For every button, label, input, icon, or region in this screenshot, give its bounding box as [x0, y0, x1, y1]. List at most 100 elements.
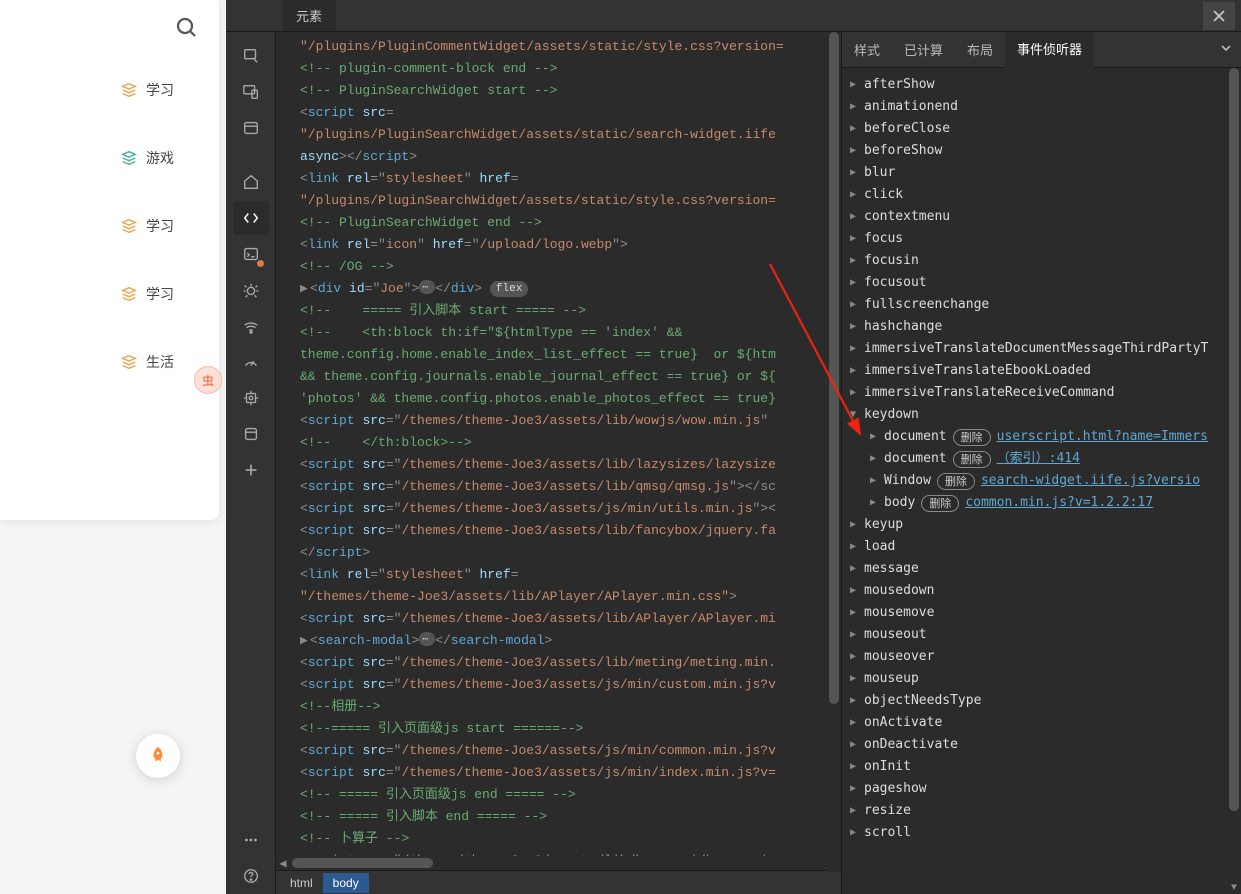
dom-line[interactable]: "/plugins/PluginSearchWidget/assets/stat…	[300, 124, 841, 146]
nav-item[interactable]: 学习	[0, 56, 219, 124]
memory-icon[interactable]	[233, 381, 269, 415]
add-icon[interactable]	[233, 453, 269, 487]
event-row[interactable]: ▶mouseout	[850, 624, 1241, 646]
event-row[interactable]: ▶mousemove	[850, 602, 1241, 624]
delete-button[interactable]: 删除	[921, 495, 959, 512]
application-icon[interactable]	[233, 417, 269, 451]
dom-line[interactable]: <!-- plugin-comment-block end -->	[300, 58, 841, 80]
event-handler-row[interactable]: ▶body删除common.min.js?v=1.2.2:17	[850, 492, 1241, 514]
event-row[interactable]: ▶resize	[850, 800, 1241, 822]
event-handler-row[interactable]: ▶document删除userscript.html?name=Immers	[850, 426, 1241, 448]
dom-line[interactable]: <!-- PluginSearchWidget start -->	[300, 80, 841, 102]
right-tab[interactable]: 事件侦听器	[1005, 32, 1094, 68]
device-icon[interactable]	[233, 75, 269, 109]
dom-line[interactable]: <!-- 卜算子 -->	[300, 828, 841, 850]
dom-line[interactable]: <!-- PluginSearchWidget end -->	[300, 212, 841, 234]
right-tab[interactable]: 布局	[955, 32, 1005, 67]
dom-line[interactable]: <script src="/themes/theme-Joe3/assets/j…	[300, 740, 841, 762]
delete-button[interactable]: 删除	[953, 429, 991, 446]
dom-line[interactable]: <!-- <th:block th:if="${htmlType == 'ind…	[300, 322, 841, 344]
dom-line[interactable]: <script src="/themes/theme-Joe3/assets/l…	[300, 850, 841, 856]
dom-line[interactable]: <script src=	[300, 102, 841, 124]
event-row[interactable]: ▶focusin	[850, 250, 1241, 272]
event-row[interactable]: ▶hashchange	[850, 316, 1241, 338]
dom-line[interactable]: <script src="/themes/theme-Joe3/assets/l…	[300, 410, 841, 432]
dom-line[interactable]: theme.config.home.enable_index_list_effe…	[300, 344, 841, 366]
more-icon[interactable]	[233, 823, 269, 857]
dom-scrollbar-horizontal[interactable]: ◀▶	[276, 856, 841, 870]
event-row[interactable]: ▶mouseup	[850, 668, 1241, 690]
event-row[interactable]: ▶onInit	[850, 756, 1241, 778]
event-row[interactable]: ▶beforeShow	[850, 140, 1241, 162]
event-row[interactable]: ▶contextmenu	[850, 206, 1241, 228]
event-handler-row[interactable]: ▶document删除（索引）:414	[850, 448, 1241, 470]
rocket-fab[interactable]	[136, 734, 180, 778]
dom-line[interactable]: <link rel="icon" href="/upload/logo.webp…	[300, 234, 841, 256]
event-row[interactable]: ▶mouseover	[850, 646, 1241, 668]
event-row[interactable]: ▶pageshow	[850, 778, 1241, 800]
dom-line[interactable]: <script src="/themes/theme-Joe3/assets/l…	[300, 652, 841, 674]
event-row[interactable]: ▶message	[850, 558, 1241, 580]
help-icon[interactable]	[233, 859, 269, 893]
source-link[interactable]: common.min.js?v=1.2.2:17	[965, 492, 1153, 514]
events-scrollbar[interactable]: ▲ ▼	[1227, 68, 1241, 894]
dom-line[interactable]: <!--===== 引入页面级js start ======-->	[300, 718, 841, 740]
dom-line[interactable]: "/plugins/PluginSearchWidget/assets/stat…	[300, 190, 841, 212]
event-row[interactable]: ▶objectNeedsType	[850, 690, 1241, 712]
source-link[interactable]: （索引）:414	[997, 448, 1080, 470]
source-link[interactable]: search-widget.iife.js?versio	[981, 470, 1200, 492]
home-icon[interactable]	[233, 165, 269, 199]
event-row[interactable]: ▶keyup	[850, 514, 1241, 536]
elements-icon[interactable]	[233, 201, 269, 235]
tab-elements[interactable]: 元素	[282, 0, 336, 31]
dom-line[interactable]: <!-- /OG -->	[300, 256, 841, 278]
dom-line[interactable]: <script src="/themes/theme-Joe3/assets/l…	[300, 454, 841, 476]
breadcrumb-body[interactable]: body	[323, 873, 369, 893]
nav-item[interactable]: 学习	[0, 260, 219, 328]
dom-line[interactable]: ▶<search-modal></search-modal>	[300, 630, 841, 652]
delete-button[interactable]: 删除	[937, 473, 975, 490]
dom-line[interactable]: </script>	[300, 542, 841, 564]
event-row[interactable]: ▶onActivate	[850, 712, 1241, 734]
event-row[interactable]: ▶mousedown	[850, 580, 1241, 602]
dom-line[interactable]: <script src="/themes/theme-Joe3/assets/j…	[300, 674, 841, 696]
event-listeners-list[interactable]: ▶afterShow▶animationend▶beforeClose▶befo…	[842, 68, 1241, 894]
event-row[interactable]: ▶focusout	[850, 272, 1241, 294]
dom-line[interactable]: <script src="/themes/theme-Joe3/assets/j…	[300, 498, 841, 520]
search-bar[interactable]	[0, 0, 219, 56]
dom-line[interactable]: <!-- ===== 引入脚本 end ===== -->	[300, 806, 841, 828]
dom-line[interactable]: <!-- ===== 引入脚本 start ===== -->	[300, 300, 841, 322]
breadcrumb-html[interactable]: html	[280, 873, 323, 893]
performance-icon[interactable]	[233, 345, 269, 379]
event-row[interactable]: ▶fullscreenchange	[850, 294, 1241, 316]
dom-line[interactable]: <link rel="stylesheet" href=	[300, 168, 841, 190]
dom-line[interactable]: async></script>	[300, 146, 841, 168]
event-row[interactable]: ▶click	[850, 184, 1241, 206]
event-row[interactable]: ▶onDeactivate	[850, 734, 1241, 756]
event-row[interactable]: ▶immersiveTranslateDocumentMessageThirdP…	[850, 338, 1241, 360]
dom-line[interactable]: <link rel="stylesheet" href=	[300, 564, 841, 586]
dom-line[interactable]: <!-- ===== 引入页面级js end ===== -->	[300, 784, 841, 806]
event-row[interactable]: ▶scroll	[850, 822, 1241, 844]
dom-line[interactable]: "/themes/theme-Joe3/assets/lib/APlayer/A…	[300, 586, 841, 608]
nav-item[interactable]: 生活	[0, 328, 219, 396]
dom-scrollbar-vertical[interactable]	[827, 32, 841, 872]
delete-button[interactable]: 删除	[953, 451, 991, 468]
event-handler-row[interactable]: ▶Window删除search-widget.iife.js?versio	[850, 470, 1241, 492]
dom-tree[interactable]: "/plugins/PluginCommentWidget/assets/sta…	[276, 32, 841, 856]
dom-line[interactable]: <script src="/themes/theme-Joe3/assets/l…	[300, 476, 841, 498]
event-row[interactable]: ▶beforeClose	[850, 118, 1241, 140]
right-tab[interactable]: 样式	[842, 32, 892, 67]
event-row[interactable]: ▶animationend	[850, 96, 1241, 118]
event-row[interactable]: ▶load	[850, 536, 1241, 558]
chevron-down-icon[interactable]	[1211, 41, 1241, 58]
event-row[interactable]: ▶immersiveTranslateReceiveCommand	[850, 382, 1241, 404]
dom-line[interactable]: <script src="/themes/theme-Joe3/assets/l…	[300, 520, 841, 542]
inspect-icon[interactable]	[233, 39, 269, 73]
event-row[interactable]: ▶focus	[850, 228, 1241, 250]
console-icon[interactable]	[233, 237, 269, 271]
nav-item[interactable]: 游戏	[0, 124, 219, 192]
window-icon[interactable]	[233, 111, 269, 145]
dom-line[interactable]: && theme.config.journals.enable_journal_…	[300, 366, 841, 388]
dom-line[interactable]: <!--相册-->	[300, 696, 841, 718]
